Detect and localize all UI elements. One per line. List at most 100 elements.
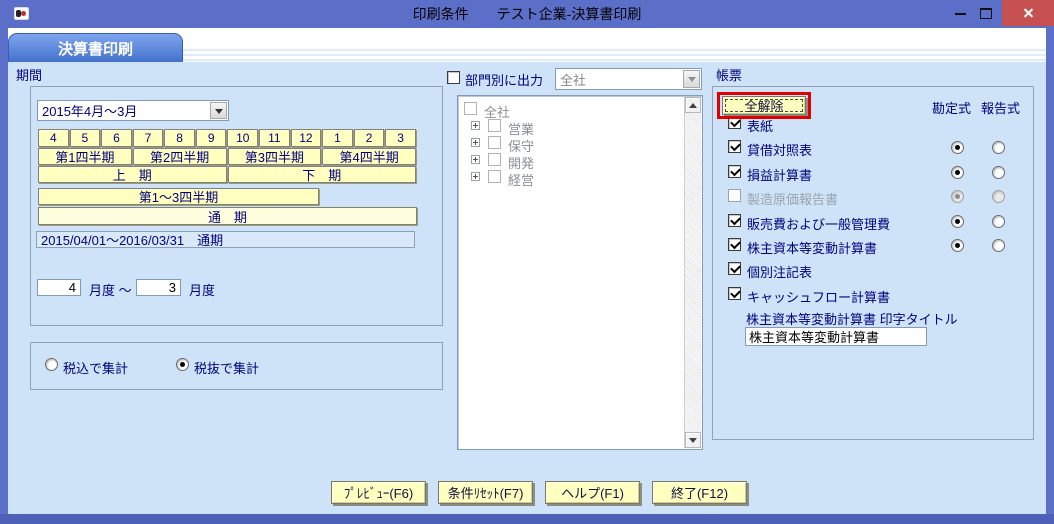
report-checkbox[interactable] xyxy=(728,116,741,129)
tree-item[interactable]: 開発 xyxy=(458,152,702,171)
maximize-icon[interactable] xyxy=(980,8,992,19)
month-button-row: 4 5 6 7 8 9 10 11 12 1 2 3 xyxy=(38,129,416,147)
tree-root-checkbox[interactable] xyxy=(464,102,477,115)
month-to-input[interactable]: 3 xyxy=(136,279,181,296)
tree-item-checkbox[interactable] xyxy=(488,119,501,132)
period-preset-value: 2015年4月～3月 xyxy=(42,104,138,119)
report-row: 製造原価報告書 xyxy=(713,189,1033,207)
half-period-button[interactable]: 上 期 xyxy=(38,166,227,183)
report-label: 表紙 xyxy=(747,119,774,134)
report-checkbox[interactable] xyxy=(728,189,741,202)
report-label: 製造原価報告書 xyxy=(747,192,839,207)
month-button[interactable]: 11 xyxy=(259,129,290,147)
chevron-down-icon xyxy=(683,70,700,88)
report-format-radio[interactable] xyxy=(992,141,1005,154)
report-checkbox[interactable] xyxy=(728,214,741,227)
month-from-input[interactable]: 4 xyxy=(37,279,81,296)
month-button[interactable]: 12 xyxy=(290,129,322,147)
department-output-checkbox[interactable] xyxy=(447,71,460,84)
title-bar: 印刷条件 テスト企業-決算書印刷 xyxy=(0,0,1054,28)
account-format-radio[interactable] xyxy=(951,141,964,154)
report-row: 個別注記表 xyxy=(713,262,1033,280)
tax-groupbox: 税込で集計 税抜で集計 xyxy=(30,342,443,390)
month-button[interactable]: 3 xyxy=(385,129,416,147)
tax-radio[interactable] xyxy=(45,358,58,371)
month-button[interactable]: 6 xyxy=(101,129,132,147)
tree-item[interactable]: 営業 xyxy=(458,118,702,137)
report-checkbox[interactable] xyxy=(728,287,741,300)
expand-plus-icon[interactable] xyxy=(471,138,480,147)
footer-button[interactable]: ヘルプ(F1) xyxy=(545,481,640,504)
reports-section-label: 帳票 xyxy=(716,68,743,83)
quarter-button[interactable]: 第2四半期 xyxy=(132,148,227,165)
month-button[interactable]: 8 xyxy=(164,129,195,147)
full-term-button[interactable]: 通 期 xyxy=(38,207,417,225)
report-checkbox[interactable] xyxy=(728,140,741,153)
expand-plus-icon[interactable] xyxy=(471,155,480,164)
footer-button[interactable]: ﾌﾟﾚﾋﾞｭｰ(F6) xyxy=(331,481,426,504)
half-button-row: 上 期下 期 xyxy=(38,166,416,183)
expand-plus-icon[interactable] xyxy=(471,121,480,130)
quarter-button[interactable]: 第3四半期 xyxy=(227,148,322,165)
tree-item[interactable]: 保守 xyxy=(458,135,702,154)
footer-buttons: ﾌﾟﾚﾋﾞｭｰ(F6) 条件ﾘｾｯﾄ(F7) ヘルプ(F1) 終了(F12) xyxy=(331,481,747,504)
month-button[interactable]: 2 xyxy=(353,129,385,147)
account-format-radio[interactable] xyxy=(951,166,964,179)
close-button[interactable] xyxy=(1002,0,1054,26)
tree-scrollbar[interactable] xyxy=(684,97,701,448)
footer-button[interactable]: 終了(F12) xyxy=(652,481,747,504)
month-button[interactable]: 10 xyxy=(227,129,259,147)
content-area: 期間 2015年4月～3月 4 5 6 7 8 9 10 11 12 1 2 3 第1四半期 第2四半期… xyxy=(8,62,1046,514)
scroll-down-icon[interactable] xyxy=(685,432,701,448)
account-format-radio[interactable] xyxy=(951,239,964,252)
report-format-radio[interactable] xyxy=(992,166,1005,179)
tab-financial-statement-print[interactable]: 決算書印刷 xyxy=(8,33,183,62)
report-label: 販売費および一般管理費 xyxy=(747,217,891,232)
period-preset-dropdown[interactable]: 2015年4月～3月 xyxy=(37,100,229,121)
period-groupbox: 2015年4月～3月 4 5 6 7 8 9 10 11 12 1 2 3 第1四半期 第2四半期 第3四… xyxy=(30,86,443,326)
print-title-input[interactable]: 株主資本等変動計算書 xyxy=(745,327,927,346)
tree-root-item[interactable]: 全社 xyxy=(458,101,702,120)
report-checkbox[interactable] xyxy=(728,238,741,251)
report-row: 表紙 xyxy=(713,116,1033,134)
report-format-radio[interactable] xyxy=(992,239,1005,252)
expand-plus-icon[interactable] xyxy=(471,172,480,181)
tree-item-label: 経営 xyxy=(508,173,535,188)
month-button[interactable]: 5 xyxy=(69,129,101,147)
chevron-down-icon[interactable] xyxy=(210,102,227,119)
tax-option-label: 税込で集計 xyxy=(63,361,129,376)
report-row: キャッシュフロー計算書 xyxy=(713,287,1033,305)
report-label: 株主資本等変動計算書 xyxy=(747,241,878,256)
window-title-right: テスト企業-決算書印刷 xyxy=(496,6,642,22)
tree-item-checkbox[interactable] xyxy=(488,170,501,183)
account-format-radio[interactable] xyxy=(951,190,964,203)
clear-all-button[interactable]: 全解除 xyxy=(722,96,806,115)
month-button[interactable]: 1 xyxy=(322,129,353,147)
quarter-button[interactable]: 第1四半期 xyxy=(38,148,132,165)
month-button[interactable]: 4 xyxy=(38,129,69,147)
tax-option-label: 税抜で集計 xyxy=(194,361,260,376)
minimize-icon[interactable] xyxy=(955,13,966,15)
footer-button[interactable]: 条件ﾘｾｯﾄ(F7) xyxy=(438,481,533,504)
report-row: 損益計算書 xyxy=(713,165,1033,183)
tree-item-checkbox[interactable] xyxy=(488,153,501,166)
department-tree: 全社 営業 保守 開発 経営 xyxy=(457,95,703,450)
tax-radio[interactable] xyxy=(176,358,189,371)
report-checkbox[interactable] xyxy=(728,262,741,275)
report-row: 株主資本等変動計算書 xyxy=(713,238,1033,256)
account-format-radio[interactable] xyxy=(951,215,964,228)
report-format-radio[interactable] xyxy=(992,215,1005,228)
month-button[interactable]: 7 xyxy=(132,129,164,147)
tree-item[interactable]: 経営 xyxy=(458,169,702,188)
half-period-button[interactable]: 下 期 xyxy=(227,166,416,183)
report-format-radio[interactable] xyxy=(992,190,1005,203)
month-button[interactable]: 9 xyxy=(195,129,227,147)
q1-3-button[interactable]: 第1～3四半期 xyxy=(38,188,319,205)
quarter-button[interactable]: 第4四半期 xyxy=(322,148,416,165)
department-dropdown[interactable]: 全社 xyxy=(555,68,702,90)
window-title-left: 印刷条件 xyxy=(412,6,469,22)
tree-item-checkbox[interactable] xyxy=(488,136,501,149)
scroll-up-icon[interactable] xyxy=(685,97,701,113)
report-checkbox[interactable] xyxy=(728,165,741,178)
window-bottom-border xyxy=(0,514,1054,524)
